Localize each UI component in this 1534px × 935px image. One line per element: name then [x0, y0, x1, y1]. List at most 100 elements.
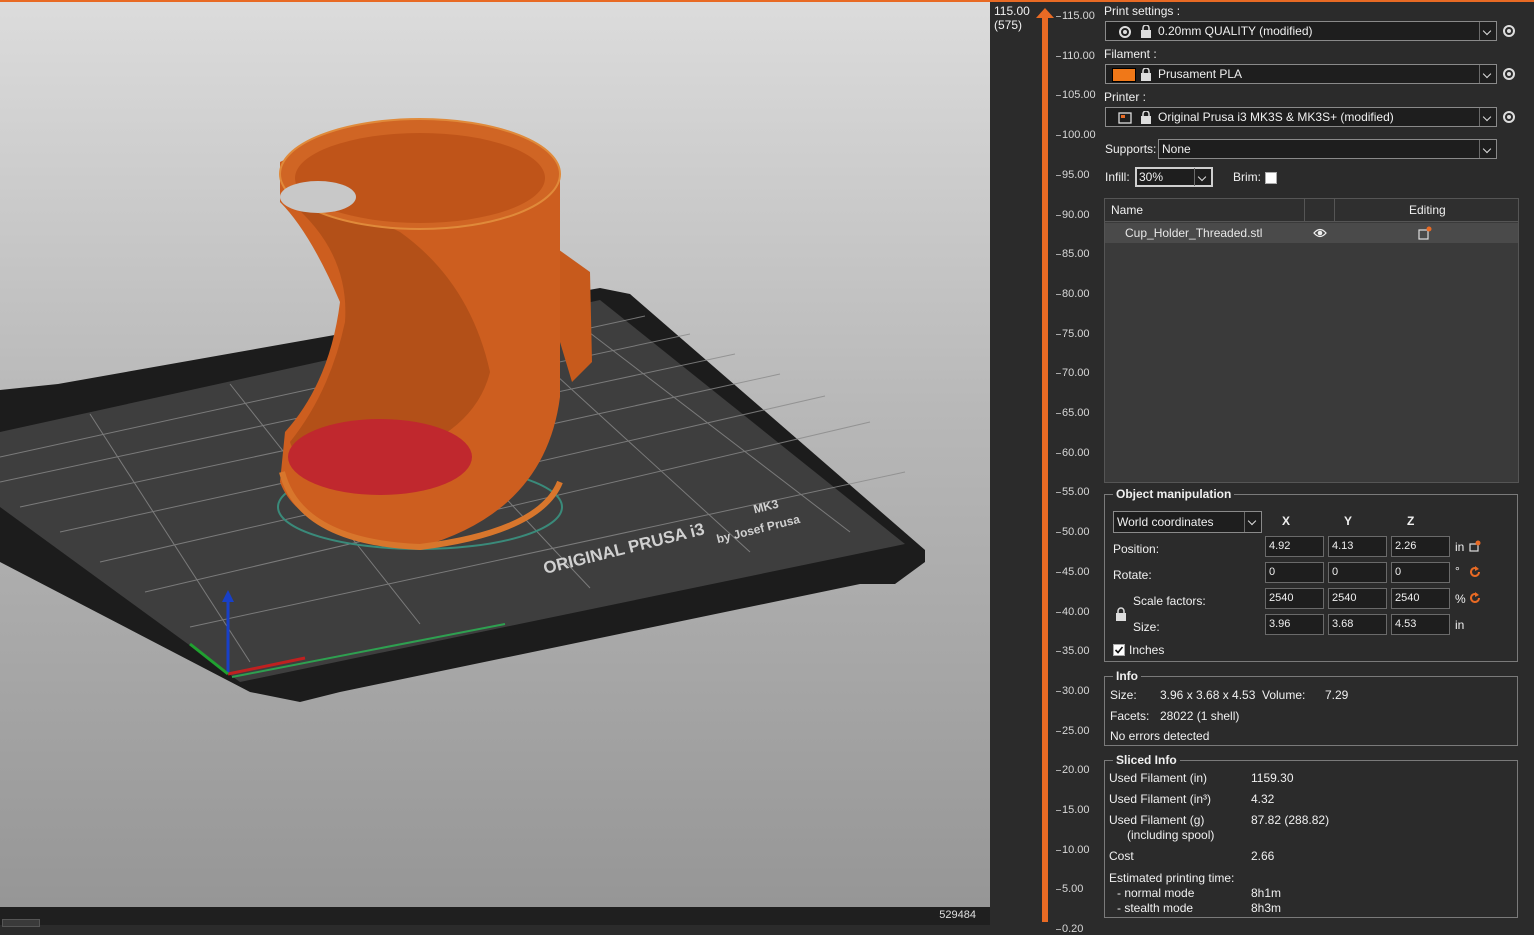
supports-combo[interactable]: None: [1158, 139, 1497, 159]
size-z-input[interactable]: 4.53: [1391, 614, 1450, 635]
slider-tick-mark: [1056, 95, 1061, 97]
bed-and-model-scene: ORIGINAL PRUSA i3 MK3 by Josef Prusa: [0, 118, 925, 702]
scale-label: Scale factors:: [1133, 594, 1206, 608]
stealth-mode-label: - stealth mode: [1117, 901, 1194, 915]
drop-to-bed-icon[interactable]: [1469, 540, 1481, 552]
print-settings-value: 0.20mm QUALITY (modified): [1158, 24, 1313, 38]
cost-label: Cost: [1109, 849, 1134, 863]
slider-tick-label: 40.00: [1062, 605, 1090, 618]
position-label: Position:: [1113, 542, 1160, 556]
view-tab[interactable]: [2, 919, 40, 927]
slider-tick-mark: [1056, 810, 1061, 811]
slider-tick-label: 55.00: [1062, 486, 1090, 499]
axis-x-header: X: [1282, 514, 1291, 528]
slider-track[interactable]: [1042, 12, 1048, 922]
brim-label: Brim:: [1233, 170, 1261, 184]
chevron-down-icon[interactable]: [1479, 108, 1496, 126]
print-time-label: Estimated printing time:: [1109, 871, 1235, 885]
filament-gear-icon[interactable]: [1502, 67, 1516, 81]
slider-tick-mark: [1056, 849, 1061, 851]
chevron-down-icon[interactable]: [1479, 65, 1496, 83]
eye-icon[interactable]: [1313, 227, 1327, 239]
printer-icon: [1118, 112, 1132, 124]
size-label: Size:: [1133, 620, 1160, 634]
rotate-z-input[interactable]: 0: [1391, 562, 1450, 583]
layer-slider[interactable]: 115.00 (575) 115.00 110.00 105.00 100.00 95.…: [990, 2, 1098, 935]
slider-tick-label: 100.00: [1062, 129, 1096, 142]
print-settings-label: Print settings :: [1104, 4, 1181, 18]
slider-upper-thumb[interactable]: [1036, 8, 1054, 18]
scale-z-input[interactable]: 2540: [1391, 588, 1450, 609]
axis-y-header: Y: [1344, 514, 1353, 528]
chevron-down-icon[interactable]: [1479, 140, 1496, 158]
lock-icon: [1141, 68, 1151, 81]
slider-tick-label: 50.00: [1062, 526, 1090, 539]
object-manipulation-title: Object manipulation: [1113, 487, 1235, 501]
slider-tick-mark: [1056, 55, 1061, 57]
slider-tick-label: 20.00: [1062, 764, 1090, 777]
printer-gear-icon[interactable]: [1502, 110, 1516, 124]
infill-combo[interactable]: 30%: [1135, 167, 1213, 187]
slider-tick-label: 5.00: [1062, 883, 1084, 896]
filament-label: Filament :: [1104, 47, 1157, 61]
used-filament-g-sub: (including spool): [1127, 828, 1215, 842]
slider-tick-mark: [1056, 929, 1061, 931]
chevron-down-icon[interactable]: [1479, 22, 1496, 40]
reset-rotation-icon[interactable]: [1469, 566, 1481, 578]
slider-tick-mark: [1056, 889, 1061, 891]
slider-tick-mark: [1056, 254, 1061, 256]
supports-label: Supports:: [1105, 142, 1157, 156]
coordinate-mode-combo[interactable]: World coordinates: [1113, 511, 1262, 533]
filament-color-swatch[interactable]: [1112, 68, 1136, 82]
size-y-input[interactable]: 3.68: [1328, 614, 1387, 635]
edit-settings-icon[interactable]: [1418, 226, 1432, 240]
slider-top-value: 115.00: [994, 4, 1030, 18]
chevron-down-icon[interactable]: [1194, 168, 1211, 186]
scale-unit: %: [1455, 592, 1466, 606]
slider-tick-label: 60.00: [1062, 446, 1090, 459]
size-x-input[interactable]: 3.96: [1265, 614, 1324, 635]
print-settings-combo[interactable]: 0.20mm QUALITY (modified): [1105, 21, 1497, 41]
rotate-y-input[interactable]: 0: [1328, 562, 1387, 583]
printer-combo[interactable]: Original Prusa i3 MK3S & MK3S+ (modified…: [1105, 107, 1497, 127]
3d-viewport[interactable]: ORIGINAL PRUSA i3 MK3 by Josef Prusa: [0, 2, 990, 907]
rotate-x-input[interactable]: 0: [1265, 562, 1324, 583]
scale-y-input[interactable]: 2540: [1328, 588, 1387, 609]
reset-scale-icon[interactable]: [1469, 592, 1481, 604]
slider-tick-label: 35.00: [1062, 645, 1090, 658]
filament-combo[interactable]: Prusament PLA: [1105, 64, 1497, 84]
inches-label: Inches: [1129, 643, 1165, 657]
column-name[interactable]: Name: [1111, 203, 1143, 217]
scale-x-input[interactable]: 2540: [1265, 588, 1324, 609]
lock-icon: [1141, 111, 1151, 124]
position-y-input[interactable]: 4.13: [1328, 536, 1387, 557]
triangle-counter: 529484: [939, 909, 976, 921]
slider-tick-mark: [1056, 571, 1061, 573]
chevron-down-icon[interactable]: [1244, 512, 1261, 532]
position-z-input[interactable]: 2.26: [1391, 536, 1450, 557]
sliced-info-group: Sliced Info Used Filament (in) 1159.30 U…: [1104, 753, 1518, 918]
printer-value: Original Prusa i3 MK3S & MK3S+ (modified…: [1158, 110, 1394, 124]
slider-top-readout: 115.00 (575): [994, 4, 1030, 32]
slider-top-layer: (575): [994, 18, 1023, 32]
used-filament-in3-label: Used Filament (in³): [1109, 792, 1212, 806]
scale-lock-icon[interactable]: [1115, 607, 1127, 621]
object-list[interactable]: Name Editing Cup_Holder_Threaded.stl: [1104, 198, 1519, 483]
slider-tick-mark: [1056, 770, 1061, 772]
coordinate-mode-value: World coordinates: [1117, 515, 1214, 529]
brim-checkbox[interactable]: [1265, 172, 1277, 184]
slider-tick-mark: [1056, 293, 1061, 295]
lock-icon: [1141, 25, 1151, 38]
column-editing[interactable]: Editing: [1409, 203, 1446, 217]
list-item[interactable]: Cup_Holder_Threaded.stl: [1105, 223, 1518, 243]
cup-floor: [288, 419, 472, 495]
settings-gear-icon: [1119, 26, 1131, 38]
print-settings-gear-icon[interactable]: [1502, 24, 1516, 38]
info-group: Info Size: 3.96 x 3.68 x 4.53 Volume: 7.…: [1104, 669, 1518, 746]
used-filament-g-value: 87.82 (288.82): [1251, 813, 1330, 827]
inches-checkbox[interactable]: [1113, 644, 1125, 656]
info-size-label: Size:: [1110, 688, 1137, 702]
position-x-input[interactable]: 4.92: [1265, 536, 1324, 557]
slider-tick-label: 110.00: [1062, 49, 1095, 62]
stealth-mode-value: 8h3m: [1251, 901, 1282, 915]
